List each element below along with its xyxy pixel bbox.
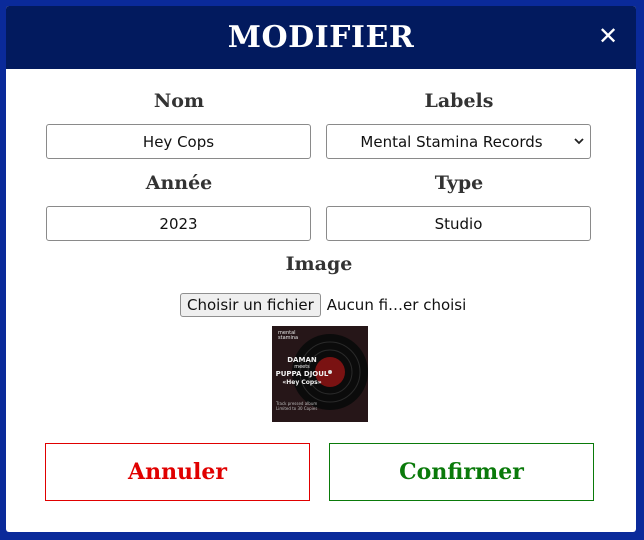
cover-note2: Limited to 30 Copies — [276, 406, 318, 411]
choose-file-button[interactable]: Choisir un fichier — [180, 293, 321, 317]
modal-header: MODIFIER ✕ — [6, 6, 636, 69]
cover-logo-line2: stamina — [278, 335, 299, 341]
cover-title: DAMAN meets PUPPA DJOUL «Hey Cops» — [274, 356, 330, 388]
cover-artist1: DAMAN — [287, 356, 317, 364]
annee-input-value: 2023 — [159, 214, 198, 233]
cover-logo: mental stamina — [278, 331, 298, 341]
type-label: Type — [434, 172, 484, 194]
labels-select-value: Mental Stamina Records — [360, 132, 543, 151]
type-input[interactable]: Studio — [326, 206, 591, 241]
nom-input[interactable]: Hey Cops — [46, 124, 311, 159]
cover-song: «Hey Cops» — [282, 379, 322, 386]
labels-select[interactable]: Mental Stamina Records — [326, 124, 591, 159]
album-cover-image: mental stamina DAMAN meets PUPPA DJOUL «… — [272, 326, 368, 422]
type-input-value: Studio — [434, 214, 483, 233]
file-status: Aucun fi…er choisi — [326, 296, 467, 314]
close-icon[interactable]: ✕ — [596, 24, 620, 48]
cancel-button[interactable]: Annuler — [45, 443, 310, 501]
labels-label: Labels — [424, 90, 494, 112]
cover-notes: Track pressed album Limited to 30 Copies — [276, 401, 317, 411]
modal-title: MODIFIER — [227, 20, 415, 55]
confirm-button[interactable]: Confirmer — [329, 443, 594, 501]
annee-label: Année — [145, 172, 213, 194]
nom-input-value: Hey Cops — [142, 132, 215, 151]
image-label: Image — [285, 253, 353, 275]
cover-artist2: PUPPA DJOUL — [275, 370, 329, 378]
file-input: Choisir un fichier Aucun fi…er choisi — [180, 293, 466, 317]
nom-label: Nom — [153, 90, 205, 112]
chevron-down-icon — [574, 138, 584, 145]
edit-modal: MODIFIER ✕ Nom Labels Hey Cops Mental St… — [6, 6, 636, 532]
annee-input[interactable]: 2023 — [46, 206, 311, 241]
